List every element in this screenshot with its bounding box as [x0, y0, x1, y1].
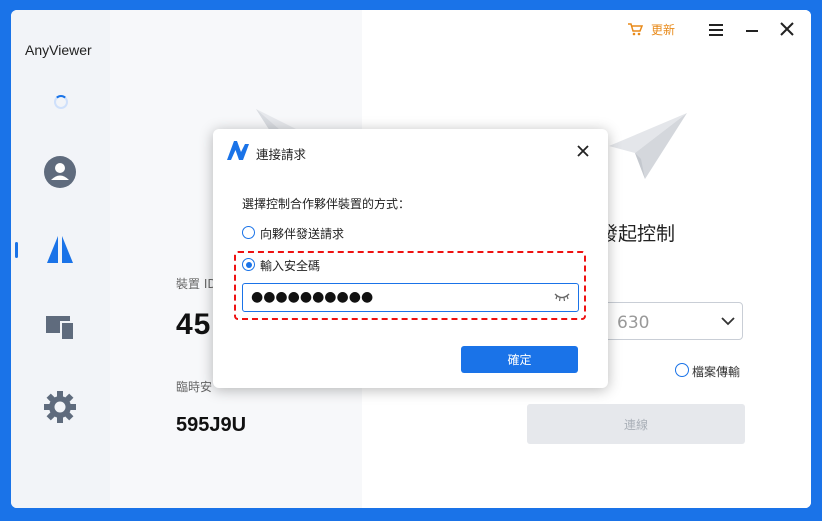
temp-code-label: 臨時安: [176, 380, 213, 394]
sidebar: AnyViewer: [11, 10, 110, 508]
close-window-icon[interactable]: [780, 22, 794, 36]
loading-spinner-icon: [54, 95, 68, 109]
chevron-down-icon[interactable]: [721, 317, 735, 326]
dialog-prompt: 選擇控制合作夥伴裝置的方式：: [242, 197, 411, 211]
temp-code-value: 595J9U: [176, 414, 247, 436]
sidebar-item-settings[interactable]: [43, 390, 79, 426]
close-icon[interactable]: [577, 145, 589, 157]
security-code-label: 輸入安全碼: [260, 259, 321, 273]
initiate-control-title: 發起控制: [599, 223, 676, 245]
paper-plane-right-icon: [609, 113, 687, 179]
app-brand: AnyViewer: [25, 42, 92, 58]
file-transfer-label: 檔案傳輸: [692, 365, 741, 379]
security-code-input[interactable]: ●●●●●●●●●●: [242, 283, 579, 312]
security-code-value: ●●●●●●●●●●: [251, 289, 374, 305]
dialog-title: 連接請求: [256, 147, 307, 162]
update-link[interactable]: 更新: [651, 21, 675, 38]
security-code-radio[interactable]: [242, 258, 255, 271]
connection-request-dialog: 連接請求 選擇控制合作夥伴裝置的方式： 向夥伴發送請求 輸入安全碼 ●●●●●●…: [213, 129, 608, 388]
sidebar-item-devices[interactable]: [43, 310, 79, 346]
sidebar-item-account[interactable]: [43, 155, 79, 191]
minimize-icon[interactable]: [746, 30, 758, 32]
anyviewer-logo-icon: [227, 141, 249, 160]
connect-button[interactable]: 連線: [527, 404, 745, 444]
sidebar-item-connect[interactable]: [43, 232, 79, 268]
partner-id-value: 630: [617, 313, 650, 333]
send-request-radio[interactable]: [242, 226, 255, 239]
cart-icon[interactable]: [627, 22, 643, 36]
send-request-label: 向夥伴發送請求: [260, 227, 345, 241]
eye-hidden-icon[interactable]: [554, 292, 570, 302]
devices-icon: [46, 316, 75, 341]
device-id-value: 45: [176, 308, 212, 341]
sidebar-active-indicator: [15, 242, 18, 258]
device-id-label: 裝置 ID: [176, 277, 217, 291]
user-icon: [44, 156, 76, 188]
app-window: AnyViewer 更新 發起控制 裝置 ID 45 臨時安 595J9U 63…: [11, 10, 811, 508]
ok-button[interactable]: 確定: [461, 346, 578, 373]
radio-selected-dot: [245, 261, 252, 268]
menu-icon[interactable]: [709, 24, 723, 36]
anyviewer-logo-icon: [47, 236, 73, 263]
gear-icon: [44, 391, 76, 423]
file-transfer-radio[interactable]: [675, 363, 689, 377]
